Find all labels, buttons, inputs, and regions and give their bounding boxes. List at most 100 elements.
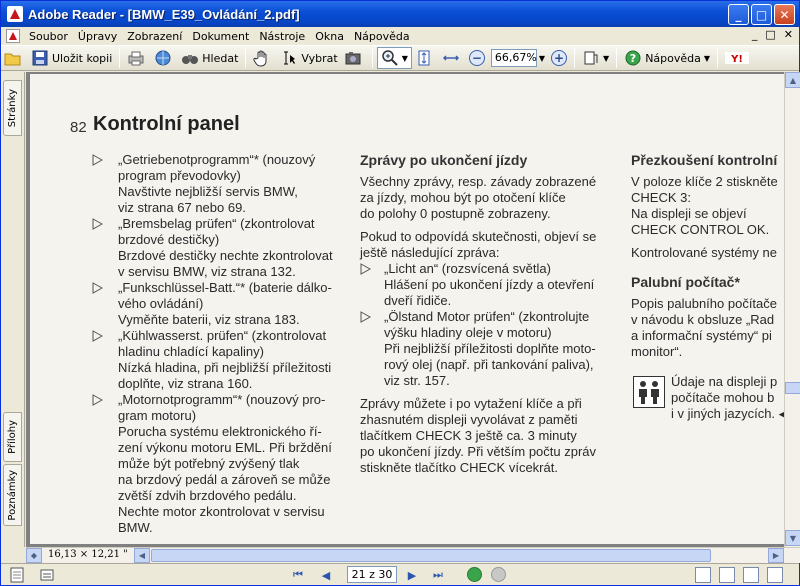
first-page-button[interactable]: ⏮ xyxy=(289,567,307,583)
fit-page-icon xyxy=(418,50,430,66)
doc-restore-button[interactable]: □ xyxy=(765,28,775,41)
layer-icon[interactable] xyxy=(39,567,55,583)
select-tool-button[interactable]: Vybrat xyxy=(277,47,340,69)
select-label: Vybrat xyxy=(301,51,338,65)
scroll-right-button[interactable]: ▶ xyxy=(768,548,784,563)
text-line: Vyměňte baterii, viz strana 183. xyxy=(118,312,300,327)
email-button[interactable] xyxy=(151,47,178,69)
doc-close-button[interactable]: ✕ xyxy=(784,28,793,41)
next-view-icon[interactable] xyxy=(491,567,506,582)
minimize-button[interactable]: _ xyxy=(728,4,749,25)
previous-page-button[interactable]: ◀ xyxy=(317,567,335,583)
page-size-label: 16,13 × 12,21 " xyxy=(48,549,128,560)
tab-attachments[interactable]: Přílohy xyxy=(3,412,22,462)
text-line: Hlášení po ukončení jízdy a otevření xyxy=(384,277,595,292)
tab-pages[interactable]: Stránky xyxy=(3,80,22,136)
close-button[interactable]: ✕ xyxy=(774,4,795,25)
yahoo-button[interactable]: Y! xyxy=(722,47,755,69)
bullet-triangle-icon xyxy=(92,394,103,406)
text-line: stiskněte tlačítko CHECK vícekrát. xyxy=(360,460,558,475)
open-button[interactable] xyxy=(1,47,28,69)
yahoo-logo-icon: Y! xyxy=(725,52,750,65)
menu-dokument[interactable]: Dokument xyxy=(187,30,254,43)
text-line: Nechte motor zkontrolovat v servisu xyxy=(118,504,325,519)
last-page-button[interactable]: ⏭ xyxy=(429,567,447,583)
text-line: do polohy 0 postupně zobrazeny. xyxy=(360,206,551,221)
language-people-icon xyxy=(633,376,665,408)
zoom-dropdown-arrow-icon[interactable]: ▼ xyxy=(402,54,408,63)
text-line: V poloze klíče 2 stiskněte xyxy=(631,174,778,189)
text-line: Nízká hladina, při nejbližší příležitost… xyxy=(118,360,332,375)
help-dropdown-icon[interactable]: ▼ xyxy=(704,54,710,63)
scroll-left-button[interactable]: ◀ xyxy=(134,548,150,563)
text-line: rový olej (např. při tankování paliva), xyxy=(384,357,594,372)
text-line: Kontrolované systémy ne xyxy=(631,245,777,260)
single-page-view-icon[interactable] xyxy=(695,567,711,583)
document-menu-icon[interactable] xyxy=(6,29,20,43)
continuous-facing-view-icon[interactable] xyxy=(767,567,783,583)
vertical-scroll-thumb[interactable] xyxy=(785,382,800,394)
toolbar-separator xyxy=(245,48,247,68)
previous-view-icon[interactable] xyxy=(467,567,482,582)
zoom-out-button[interactable]: − xyxy=(466,47,488,69)
text-line: ještě následující zpráva: xyxy=(360,245,500,260)
menu-nastroje[interactable]: Nástroje xyxy=(254,30,310,43)
print-button[interactable] xyxy=(124,47,151,69)
left-arrow-icon[interactable]: ◆ xyxy=(26,548,42,563)
text-line: program převodovky) xyxy=(118,168,241,183)
hand-tool-button[interactable] xyxy=(250,47,277,69)
horizontal-scrollbar[interactable]: ◆ 16,13 × 12,21 " ◀ ▶ xyxy=(26,547,800,563)
tab-comments[interactable]: Poznámky xyxy=(3,464,22,526)
menu-zobrazeni[interactable]: Zobrazení xyxy=(122,30,187,43)
document-viewport[interactable]: 82 Kontrolní panel „Getriebenotprogramm“… xyxy=(26,72,784,547)
zoom-level-dropdown-icon[interactable]: ▼ xyxy=(539,54,545,63)
page-number-input[interactable]: 21 z 30 xyxy=(347,566,397,583)
title-bar[interactable]: Adobe Reader - [BMW_E39_Ovládání_2.pdf] … xyxy=(1,1,799,27)
col3-paragraph-1: V poloze klíče 2 stiskněte CHECK 3: Na dis… xyxy=(631,174,784,238)
zoom-in-button[interactable]: + xyxy=(548,47,570,69)
text-line: Pokud to odpovídá skutečnosti, objeví se xyxy=(360,229,597,244)
page-layout-dropdown-icon[interactable]: ▼ xyxy=(603,54,609,63)
window-title: Adobe Reader - [BMW_E39_Ovládání_2.pdf] xyxy=(28,6,300,22)
facing-view-icon[interactable] xyxy=(743,567,759,583)
horizontal-scroll-thumb[interactable] xyxy=(151,549,711,562)
hand-icon xyxy=(253,50,267,67)
save-copy-button[interactable]: Uložit kopii xyxy=(28,47,115,69)
page-thumbnail-icon[interactable] xyxy=(9,567,25,583)
search-label: Hledat xyxy=(202,51,239,65)
fit-width-button[interactable] xyxy=(439,47,466,69)
toolbar-separator xyxy=(119,48,121,68)
vertical-scrollbar[interactable]: ▲ ▼ xyxy=(784,72,800,547)
zoom-tool-button[interactable]: ▼ xyxy=(376,47,412,69)
printer-icon xyxy=(128,51,144,66)
toolbar: Uložit kopii Hledat Vybrat ▼ − 66,67% ▼ … xyxy=(1,45,799,71)
continuous-view-icon[interactable] xyxy=(719,567,735,583)
email-globe-icon xyxy=(155,50,171,66)
scroll-up-button[interactable]: ▲ xyxy=(785,72,800,88)
snapshot-button[interactable] xyxy=(341,47,368,69)
text-line: v návodu k obsluze „Rad xyxy=(631,312,775,327)
scroll-down-button[interactable]: ▼ xyxy=(785,530,800,546)
help-icon: ? xyxy=(625,50,641,66)
zoom-level-combo[interactable]: 66,67% ▼ xyxy=(488,47,548,69)
next-page-button[interactable]: ▶ xyxy=(403,567,421,583)
save-icon xyxy=(32,50,48,66)
actual-size-button[interactable] xyxy=(412,47,439,69)
doc-minimize-button[interactable]: _ xyxy=(752,28,758,41)
maximize-button[interactable]: □ xyxy=(751,4,772,25)
menu-napoveda[interactable]: Nápověda xyxy=(349,30,415,43)
item-description: Porucha systému elektronického ří-zení v… xyxy=(92,424,362,536)
bullet-triangle-icon xyxy=(360,263,371,275)
folder-open-icon xyxy=(4,53,21,66)
help-button[interactable]: ? Nápověda ▼ xyxy=(621,47,713,69)
search-button[interactable]: Hledat xyxy=(178,47,241,69)
menu-okna[interactable]: Okna xyxy=(310,30,349,43)
rotate-view-button[interactable]: ▼ xyxy=(579,47,612,69)
camera-icon xyxy=(345,52,361,65)
menu-soubor[interactable]: Soubor xyxy=(24,30,73,43)
text-line: vého ovládání) xyxy=(118,296,204,311)
tab-comments-label: Poznámky xyxy=(7,469,18,521)
menu-upravy[interactable]: Úpravy xyxy=(73,30,122,43)
text-line: a informační systémy“ pi xyxy=(631,328,772,343)
zoom-level-input[interactable]: 66,67% xyxy=(490,49,537,67)
